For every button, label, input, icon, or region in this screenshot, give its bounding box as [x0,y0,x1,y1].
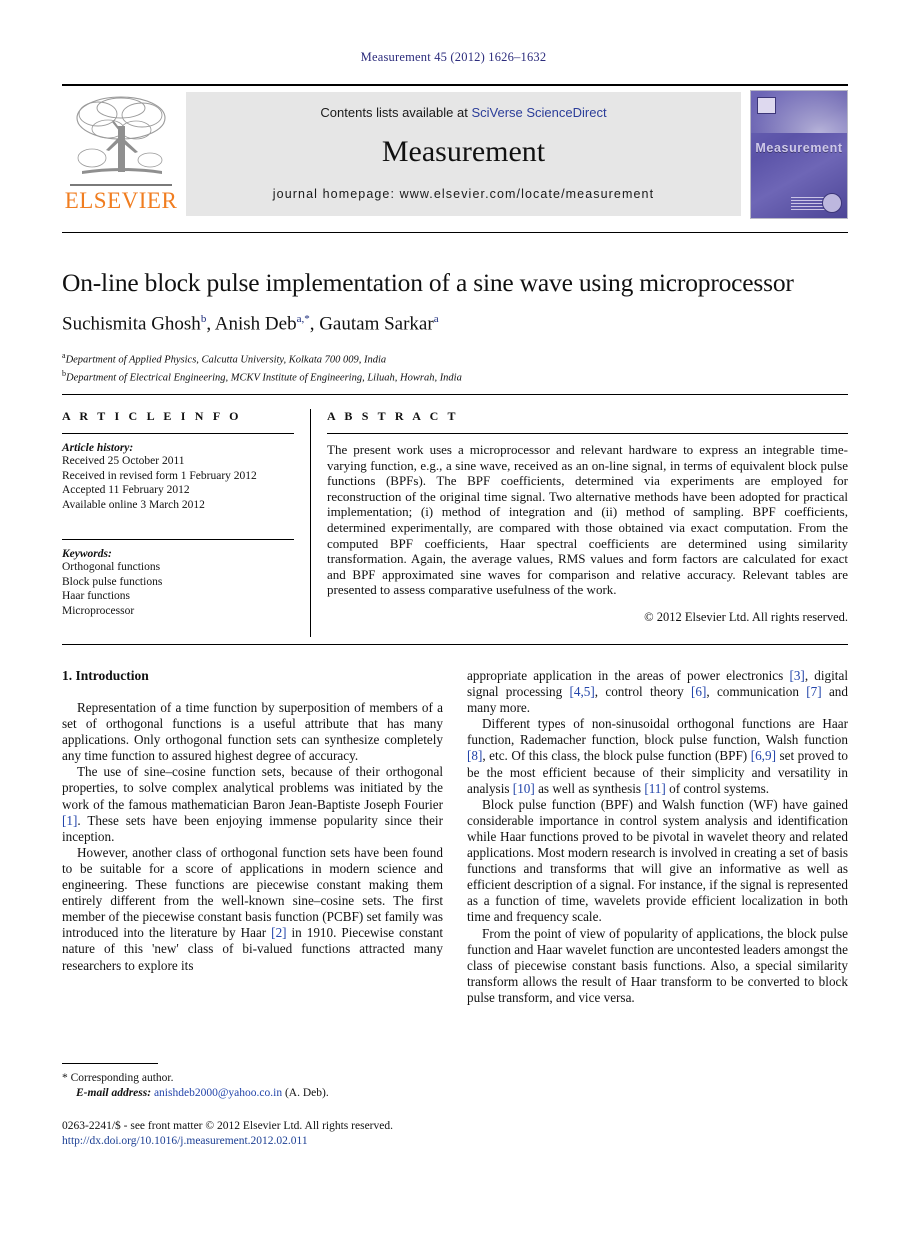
doi-link[interactable]: http://dx.doi.org/10.1016/j.measurement.… [62,1134,482,1149]
citation-reference[interactable]: [2] [271,925,286,940]
affiliation-item: aDepartment of Applied Physics, Calcutta… [62,349,852,367]
paragraph: Block pulse function (BPF) and Walsh fun… [467,796,848,925]
history-item: Accepted 11 February 2012 [62,484,190,496]
article-info-rule [62,433,294,434]
citation-reference[interactable]: [6] [691,684,706,699]
paragraph: However, another class of orthogonal fun… [62,844,443,973]
article-history-list: Received 25 October 2011 Received in rev… [62,454,294,512]
corresponding-text: Corresponding author. [70,1072,174,1084]
article-history-label: Article history: [62,442,134,454]
affiliation-text: Department of Applied Physics, Calcutta … [65,354,387,366]
info-band-top-rule [62,394,848,395]
section-heading-introduction: 1. Introduction [62,668,149,683]
title-divider [62,232,848,233]
cover-journal-title: Measurement [755,141,843,155]
contents-prefix: Contents lists available at [320,105,472,120]
history-item: Received in revised form 1 February 2012 [62,469,257,482]
citation-reference[interactable]: [4,5] [569,684,594,699]
journal-cover-thumbnail: Measurement [750,90,848,219]
citation-reference[interactable]: [1] [62,813,77,828]
running-head: Measurement 45 (2012) 1626–1632 [360,50,547,64]
elsevier-logo: ELSEVIER [62,92,180,216]
keyword-item: Microprocessor [62,604,135,617]
email-owner: (A. Deb). [284,1086,329,1099]
email-link[interactable]: anishdeb2000@yahoo.co.in [154,1087,282,1099]
keywords-rule [62,539,294,540]
paragraph: Different types of non-sinusoidal orthog… [467,716,848,796]
email-label: E-mail address: [76,1086,152,1099]
body-column-right: appropriate application in the areas of … [467,668,848,1006]
corresponding-author-note: * Corresponding author. [62,1071,443,1086]
citation-reference[interactable]: [3] [789,668,804,683]
article-info-section: A R T I C L E I N F O Article history: R… [62,409,294,618]
issn-copyright-line: 0263-2241/$ - see front matter © 2012 El… [62,1120,393,1132]
affiliation-text: Department of Electrical Engineering, MC… [66,372,462,384]
author-list: Suchismita Ghoshb, Anish Deba,*, Gautam … [62,313,439,335]
citation-reference[interactable]: [7] [806,684,821,699]
journal-article-page: Measurement 45 (2012) 1626–1632 ELSEVIER… [0,0,907,1238]
info-band-bottom-rule [62,644,848,645]
history-item: Received 25 October 2011 [62,455,185,467]
keywords-list: Orthogonal functions Block pulse functio… [62,560,294,618]
footnote-rule [62,1063,158,1064]
footnote-block: * Corresponding author. E-mail address: … [62,1063,443,1100]
imprint-block: 0263-2241/$ - see front matter © 2012 El… [62,1119,482,1148]
abstract-text: The present work uses a microprocessor a… [327,442,848,598]
journal-homepage-link[interactable]: journal homepage: www.elsevier.com/locat… [186,187,741,201]
keywords-label: Keywords: [62,548,112,560]
cover-logo-box [757,97,776,114]
cover-publisher-badge [822,193,842,213]
sciencedirect-link[interactable]: SciVerse ScienceDirect [471,105,606,120]
elsevier-wordmark: ELSEVIER [64,188,178,213]
citation-reference[interactable]: [6,9] [751,748,776,763]
elsevier-logo-rule [70,184,172,186]
masthead-center-panel: Contents lists available at SciVerse Sci… [186,92,741,216]
journal-title: Measurement [381,135,546,168]
paragraph: Representation of a time function by sup… [62,700,443,764]
keyword-item: Orthogonal functions [62,561,161,573]
elsevier-tree-icon [68,92,174,184]
body-column-left: 1. Introduction Representation of a time… [62,668,443,974]
abstract-copyright: © 2012 Elsevier Ltd. All rights reserved… [644,609,848,624]
abstract-section: A B S T R A C T The present work uses a … [327,409,848,625]
paragraph: The use of sine–cosine function sets, be… [62,764,443,844]
journal-masthead: ELSEVIER Contents lists available at Sci… [62,84,848,220]
keyword-item: Block pulse functions [62,575,163,588]
paragraph: appropriate application in the areas of … [467,668,848,716]
abstract-rule [327,433,848,434]
citation-reference[interactable]: [11] [644,781,665,796]
affiliation-item: bDepartment of Electrical Engineering, M… [62,367,852,385]
affiliations: aDepartment of Applied Physics, Calcutta… [62,349,852,385]
citation-reference[interactable]: [10] [513,781,535,796]
info-abstract-divider [310,409,311,637]
citation-reference[interactable]: [8] [467,748,482,763]
paragraph: From the point of view of popularity of … [467,925,848,1005]
corresponding-marker: * [62,1072,68,1084]
page-title: On-line block pulse implementation of a … [62,268,794,297]
contents-available-line: Contents lists available at SciVerse Sci… [186,105,741,120]
history-item: Available online 3 March 2012 [62,498,205,511]
email-note: E-mail address: anishdeb2000@yahoo.co.in… [62,1086,443,1101]
keyword-item: Haar functions [62,590,131,602]
article-info-heading: A R T I C L E I N F O [62,409,242,423]
abstract-heading: A B S T R A C T [327,409,459,423]
